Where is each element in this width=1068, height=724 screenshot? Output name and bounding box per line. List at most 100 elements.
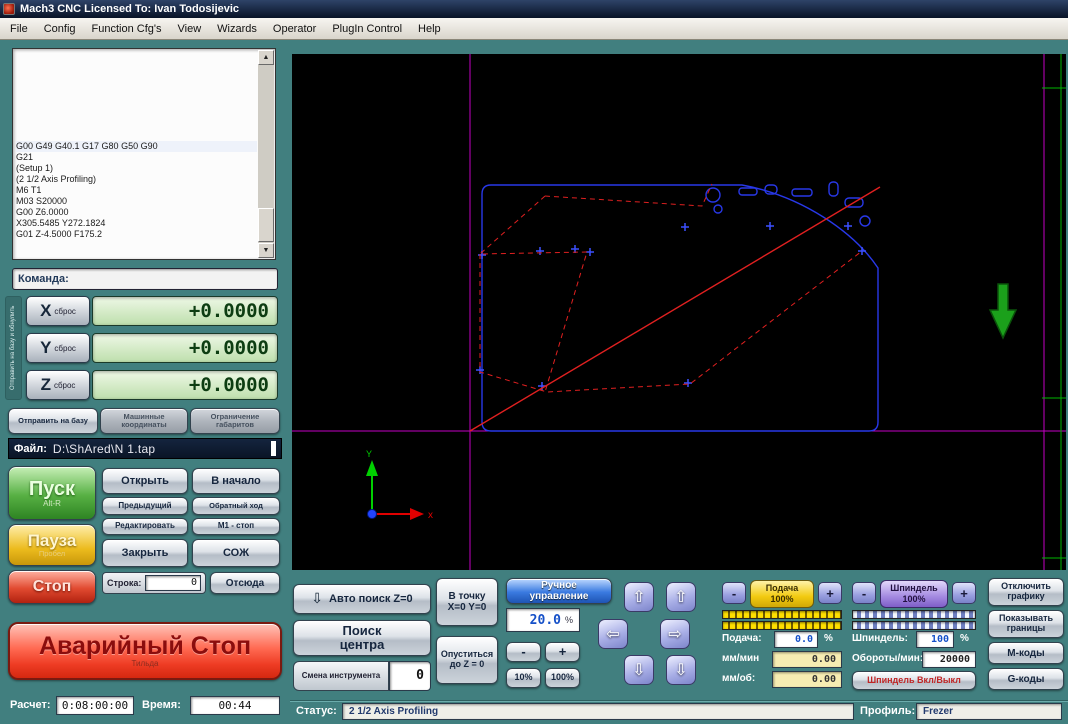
- feed-hold-button[interactable]: Пауза Пробел: [8, 524, 96, 566]
- ref-all-zero-vertical-button[interactable]: Отправить на базу и обнулить: [5, 296, 22, 400]
- toolpath-display[interactable]: Y x: [292, 54, 1066, 570]
- show-bounds-button[interactable]: Показывать границы: [988, 610, 1064, 638]
- scroll-thumb[interactable]: [258, 208, 274, 242]
- menu-bar: File Config Function Cfg's View Wizards …: [0, 18, 1068, 40]
- feed-rate-label: Подача:: [722, 633, 762, 644]
- feed-decrease-button[interactable]: -: [722, 582, 746, 604]
- feed-override-slider[interactable]: [722, 610, 842, 619]
- jog-x-minus-button[interactable]: ⇦: [598, 619, 628, 649]
- tool-change-button[interactable]: Смена инструмента: [293, 661, 389, 691]
- open-file-button[interactable]: Открыть: [102, 468, 188, 494]
- jog-step-display[interactable]: 20.0 %: [506, 608, 580, 632]
- z-zero-button[interactable]: Z сброс: [26, 370, 90, 400]
- reverse-run-button[interactable]: Обратный ход: [192, 497, 280, 515]
- mach3-app-icon: [3, 3, 15, 15]
- spindle-override-reset-button[interactable]: Шпиндель 100%: [880, 580, 948, 608]
- m1-optional-stop-button[interactable]: M1 - стоп: [192, 518, 280, 535]
- gcode-line[interactable]: G21: [16, 152, 257, 163]
- jog-z-plus-button[interactable]: ⇧: [666, 582, 696, 612]
- goto-z-zero-button[interactable]: Опуститься до Z = 0: [436, 636, 498, 684]
- gcode-line[interactable]: M6 T1: [16, 185, 257, 196]
- ref-all-home-button[interactable]: Отправить на базу: [8, 408, 98, 434]
- line-number-display[interactable]: 0: [145, 575, 201, 591]
- soft-limits-button[interactable]: Ограничение габаритов: [190, 408, 280, 434]
- gcode-line[interactable]: M03 S20000: [16, 196, 257, 207]
- spindle-toggle-button[interactable]: Шпиндель Вкл/Выкл: [852, 671, 976, 690]
- menu-view[interactable]: View: [170, 19, 210, 39]
- feed-hold-label: Пауза: [27, 530, 77, 550]
- statusbar-divider: [290, 700, 1068, 701]
- spindle-decrease-button[interactable]: -: [852, 582, 876, 604]
- mm-per-min-display: 0.00: [772, 651, 842, 668]
- z-dro-display[interactable]: +0.0000: [92, 370, 278, 400]
- gcode-line[interactable]: G00 Z6.0000: [16, 207, 257, 218]
- menu-wizards[interactable]: Wizards: [209, 19, 265, 39]
- jog-step-increase-button[interactable]: +: [545, 642, 580, 662]
- m-codes-button[interactable]: М-коды: [988, 642, 1064, 664]
- machine-limit-lines: [292, 54, 1066, 570]
- run-from-here-button[interactable]: Отсюда: [210, 572, 280, 594]
- rewind-button[interactable]: В начало: [192, 468, 280, 494]
- scroll-down-icon[interactable]: ▼: [258, 243, 274, 258]
- machine-coords-button[interactable]: Машинные координаты: [100, 408, 188, 434]
- jog-mode-button[interactable]: Ручное управление: [506, 578, 612, 604]
- feed-increase-button[interactable]: +: [818, 582, 842, 604]
- menu-file[interactable]: File: [2, 19, 36, 39]
- tool-number-display[interactable]: 0: [389, 661, 431, 691]
- command-input[interactable]: Команда:: [12, 268, 278, 290]
- spindle-override-slider[interactable]: [852, 610, 976, 619]
- coolant-button[interactable]: СОЖ: [192, 539, 280, 567]
- y-dro-display[interactable]: +0.0000: [92, 333, 278, 363]
- menu-function-cfgs[interactable]: Function Cfg's: [84, 19, 170, 39]
- menu-config[interactable]: Config: [36, 19, 84, 39]
- g-codes-label: G-коды: [1007, 673, 1045, 685]
- menu-help[interactable]: Help: [410, 19, 449, 39]
- gcode-line[interactable]: (Setup 1): [16, 163, 257, 174]
- status-message: 2 1/2 Axis Profiling: [342, 703, 854, 720]
- single-step-back-button[interactable]: Предыдущий: [102, 497, 188, 515]
- elapsed-time-display: 00:44: [190, 696, 280, 715]
- goto-xy-zero-button[interactable]: В точку X=0 Y=0: [436, 578, 498, 626]
- gcode-line[interactable]: (2 1/2 Axis Profiling): [16, 174, 257, 185]
- gcode-line[interactable]: X305.5485 Y272.1824: [16, 218, 257, 229]
- jog-z-minus-button[interactable]: ⇩: [666, 655, 696, 685]
- jog-10-percent-button[interactable]: 10%: [506, 668, 541, 688]
- x-axis-label: x: [428, 510, 433, 521]
- menu-operator[interactable]: Operator: [265, 19, 324, 39]
- feed-override-slider-track[interactable]: [722, 621, 842, 630]
- jog-y-minus-button[interactable]: ⇩: [624, 655, 654, 685]
- edit-gcode-button[interactable]: Редактировать: [102, 518, 188, 535]
- emergency-stop-button[interactable]: Аварийный Стоп Тильда: [8, 622, 282, 680]
- scroll-up-icon[interactable]: ▲: [258, 50, 274, 65]
- cycle-start-hotkey: Alt-R: [43, 498, 61, 508]
- jog-y-plus-button[interactable]: ⇧: [624, 582, 654, 612]
- gcode-line-current[interactable]: G00 G49 G40.1 G17 G80 G50 G90: [16, 141, 257, 152]
- stop-label: Стоп: [32, 578, 72, 596]
- find-center-label-1: Поиск: [342, 622, 382, 638]
- line-number-label: Строка:: [107, 578, 142, 588]
- find-center-button[interactable]: Поиск центра: [293, 620, 431, 656]
- y-zero-button[interactable]: Y сброс: [26, 333, 90, 363]
- g-codes-button[interactable]: G-коды: [988, 668, 1064, 690]
- gcode-line[interactable]: G01 Z-4.5000 F175.2: [16, 229, 257, 240]
- close-file-button[interactable]: Закрыть: [102, 539, 188, 567]
- cycle-start-button[interactable]: Пуск Alt-R: [8, 466, 96, 520]
- loaded-file-field[interactable]: Файл: D:\ShAred\N 1.tap: [8, 438, 282, 459]
- jog-x-plus-button[interactable]: ⇨: [660, 619, 690, 649]
- gcode-scrollbar[interactable]: ▲ ▼: [258, 50, 274, 258]
- feed-override-reset-button[interactable]: Подача 100%: [750, 580, 814, 608]
- toggle-graphics-button[interactable]: Отключить графику: [988, 578, 1064, 606]
- jog-step-decrease-button[interactable]: -: [506, 642, 541, 662]
- gcode-listing[interactable]: G00 G49 G40.1 G17 G80 G50 G90 G21 (Setup…: [12, 48, 276, 260]
- spindle-override-slider-track[interactable]: [852, 621, 976, 630]
- x-dro-display[interactable]: +0.0000: [92, 296, 278, 326]
- stop-button[interactable]: Стоп: [8, 570, 96, 604]
- spindle-increase-button[interactable]: +: [952, 582, 976, 604]
- toolpath-canvas: Y x: [292, 54, 1066, 570]
- x-zero-button[interactable]: X сброс: [26, 296, 90, 326]
- single-step-back-label: Предыдущий: [118, 500, 172, 510]
- jog-100-percent-button[interactable]: 100%: [545, 668, 580, 688]
- auto-zero-z-button[interactable]: ⇩ Авто поиск Z=0: [293, 584, 431, 614]
- menu-plugin-control[interactable]: PlugIn Control: [324, 19, 410, 39]
- estimated-time-display: 0:08:00:00: [56, 696, 134, 715]
